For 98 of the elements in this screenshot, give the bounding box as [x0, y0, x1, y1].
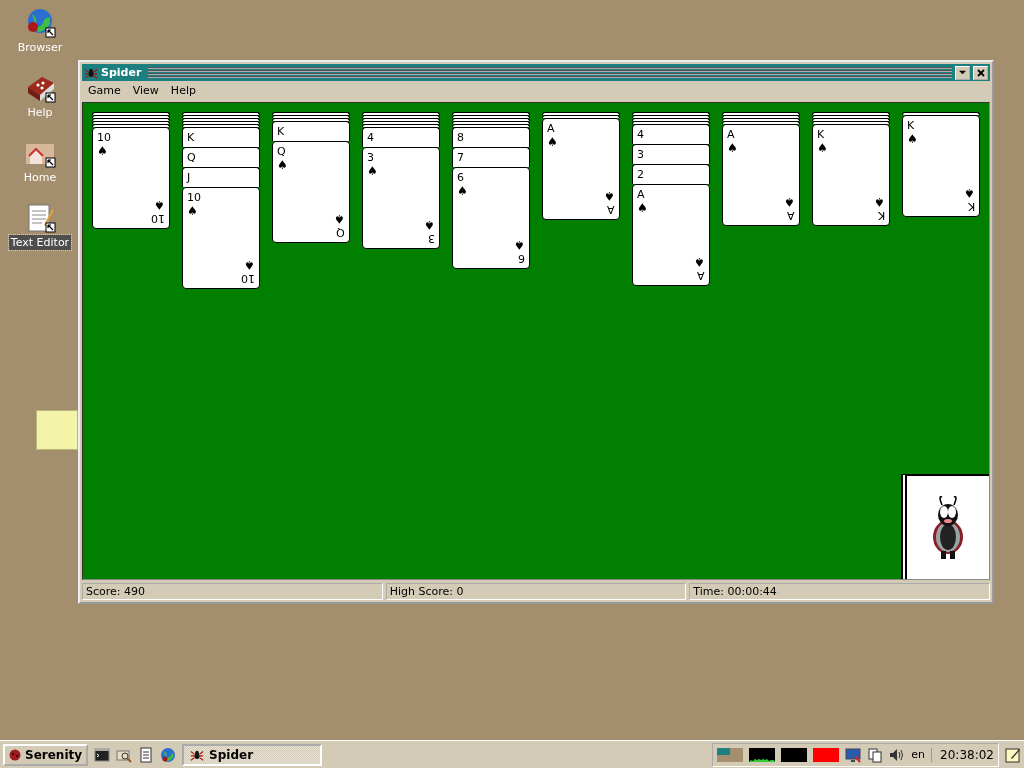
playing-card[interactable]: A ♠ ♠ A: [632, 184, 710, 286]
playing-card[interactable]: Q ♠ ♠ Q: [272, 141, 350, 243]
card-rank: K: [817, 128, 825, 141]
card-rank: A: [607, 203, 615, 216]
card-rank: 2: [637, 168, 644, 181]
playing-card[interactable]: 10 ♠ ♠ 10: [182, 187, 260, 289]
playing-card[interactable]: 10 ♠ ♠ 10: [92, 127, 170, 229]
spade-symbol: ♠: [277, 158, 288, 172]
start-button[interactable]: Serenity: [3, 743, 89, 766]
icon-label[interactable]: Text Editor: [8, 235, 72, 250]
card-rank: 6: [518, 252, 525, 265]
playing-card[interactable]: 3 ♠ ♠ 3: [362, 147, 440, 249]
clipboard-icon[interactable]: [867, 746, 884, 763]
card-rank: 3: [428, 232, 435, 245]
note-icon[interactable]: [1005, 746, 1021, 763]
card-rank: K: [187, 131, 195, 144]
status-field: High Score: 0: [385, 583, 687, 600]
close-button[interactable]: [973, 65, 988, 80]
menu-item[interactable]: Help: [170, 84, 196, 99]
card-rank: A: [727, 128, 735, 141]
window-title: Spider: [101, 66, 143, 79]
spade-symbol: ♠: [727, 141, 738, 155]
status-field: Time: 00:00:44: [689, 583, 990, 600]
spade-symbol: ♠: [964, 186, 975, 200]
playing-card[interactable]: 6 ♠ ♠ 6: [452, 167, 530, 269]
card-rank: K: [277, 125, 285, 138]
playing-card[interactable]: Q: [182, 147, 260, 167]
playing-card[interactable]: K: [182, 127, 260, 147]
card-rank: A: [637, 188, 645, 201]
playing-card[interactable]: 2: [632, 164, 710, 184]
playing-card[interactable]: 8: [452, 127, 530, 147]
clock[interactable]: 20:38:02: [931, 747, 994, 762]
card-rank: J: [187, 171, 191, 184]
spade-symbol: ♠: [817, 141, 828, 155]
card-rank: 6: [457, 171, 464, 184]
spade-symbol: ♠: [244, 258, 255, 272]
spade-symbol: ♠: [637, 201, 648, 215]
spade-symbol: ♠: [514, 238, 525, 252]
card-rank: 3: [367, 151, 374, 164]
card-rank: K: [907, 119, 915, 132]
ladybug-icon: [9, 748, 21, 761]
caret-icon: [959, 69, 966, 76]
menu-item[interactable]: Game: [88, 84, 121, 99]
playing-card[interactable]: K ♠ ♠ K: [902, 115, 980, 217]
playing-card[interactable]: K ♠ ♠ K: [812, 124, 890, 226]
playing-card[interactable]: A ♠ ♠ A: [542, 118, 620, 220]
network-icon[interactable]: [845, 746, 862, 763]
spade-symbol: ♠: [187, 204, 198, 218]
card-rank: A: [787, 209, 795, 222]
playing-card[interactable]: 4: [362, 127, 440, 147]
globe-icon[interactable]: [160, 746, 177, 763]
spade-symbol: ♠: [784, 195, 795, 209]
network-graph-icon: [813, 747, 840, 762]
playing-card[interactable]: A ♠ ♠ A: [722, 124, 800, 226]
card-rank: Q: [187, 151, 196, 164]
spade-symbol: ♠: [907, 132, 918, 146]
close-icon: [976, 68, 985, 77]
playing-card[interactable]: K: [272, 121, 350, 141]
card-rank: 8: [457, 131, 464, 144]
keyboard-layout[interactable]: en: [911, 748, 926, 761]
spade-symbol: ♠: [367, 164, 378, 178]
card-rank: 4: [367, 131, 374, 144]
menu-item[interactable]: View: [132, 84, 159, 99]
card-rank: 10: [187, 191, 201, 204]
playing-card[interactable]: 3: [632, 144, 710, 164]
card-rank: 10: [151, 212, 165, 225]
playing-card[interactable]: J: [182, 167, 260, 187]
workspace-switcher-icon[interactable]: [717, 747, 744, 762]
card-rank: 10: [97, 131, 111, 144]
card-rank: 4: [637, 128, 644, 141]
spade-symbol: ♠: [154, 198, 165, 212]
status-field: Score: 490: [82, 583, 383, 600]
card-rank: K: [967, 200, 975, 213]
spade-symbol: ♠: [874, 195, 885, 209]
memory-graph-icon: [781, 747, 808, 762]
spade-symbol: ♠: [457, 184, 468, 198]
minimize-button[interactable]: [955, 65, 970, 80]
card-rank: Q: [277, 145, 286, 158]
card-rank: K: [877, 209, 885, 222]
spade-symbol: ♠: [424, 218, 435, 232]
spade-symbol: ♠: [547, 135, 558, 149]
spade-symbol: ♠: [694, 255, 705, 269]
stock-pile[interactable]: [901, 474, 989, 579]
spade-symbol: ♠: [334, 212, 345, 226]
card-rank: Q: [336, 226, 345, 239]
card-rank: A: [697, 269, 705, 282]
card-rank: 10: [241, 272, 255, 285]
task-button[interactable]: Spider: [182, 743, 323, 766]
terminal-icon[interactable]: [94, 746, 111, 763]
spade-symbol: ♠: [97, 144, 108, 158]
playing-card[interactable]: 7: [452, 147, 530, 167]
card-rank: 3: [637, 148, 644, 161]
cpu-graph-icon: [749, 747, 776, 762]
spade-symbol: ♠: [604, 189, 615, 203]
card-rank: 7: [457, 151, 464, 164]
card-rank: A: [547, 122, 555, 135]
notepad-icon[interactable]: [138, 746, 155, 763]
playing-card[interactable]: 4: [632, 124, 710, 144]
